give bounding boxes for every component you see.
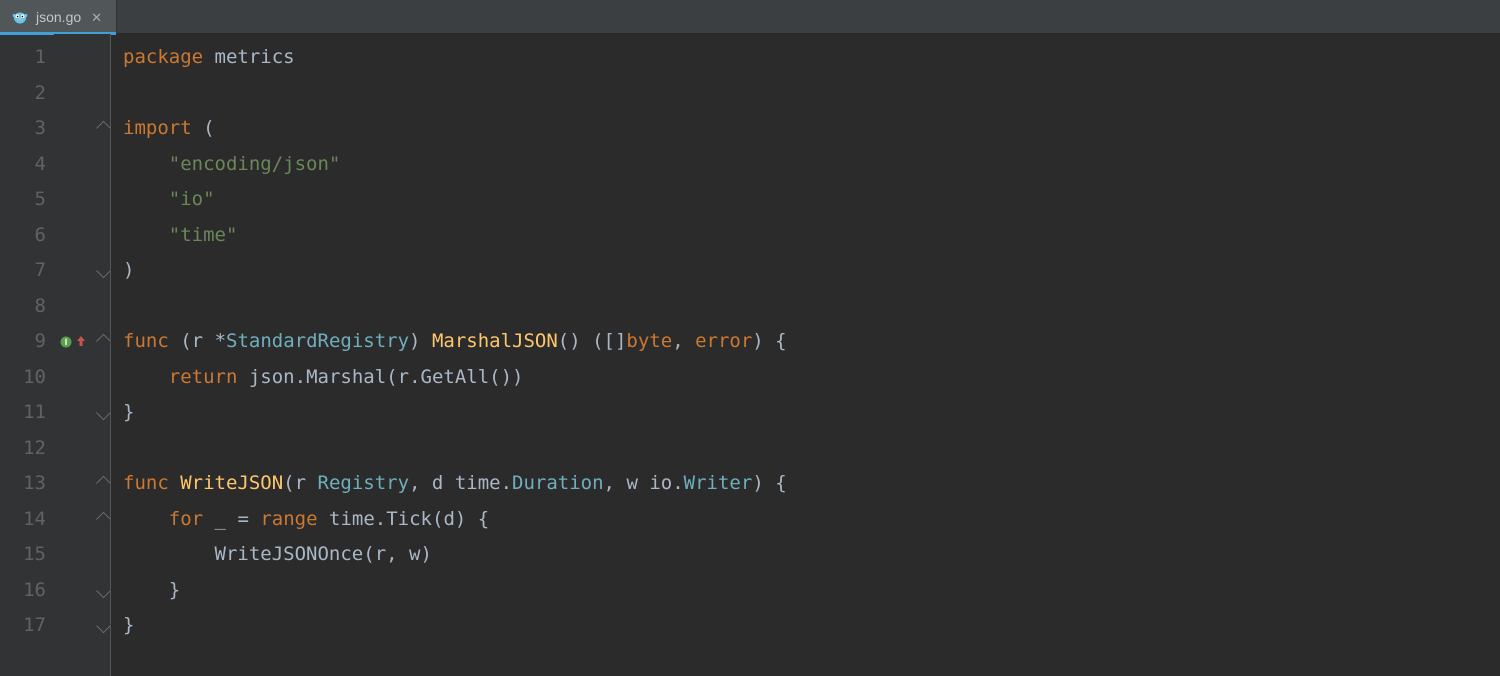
implements-marker[interactable]: I <box>54 324 96 360</box>
line-number: 10 <box>0 360 46 396</box>
code-line[interactable]: "io" <box>123 182 1500 218</box>
code-line[interactable]: "time" <box>123 218 1500 254</box>
code-editor[interactable]: 1234567891011121314151617 I package metr… <box>0 34 1500 676</box>
code-line[interactable] <box>123 76 1500 112</box>
line-number: 5 <box>0 182 46 218</box>
tab-bar: json.go ✕ <box>0 0 1500 34</box>
line-number: 15 <box>0 537 46 573</box>
code-line[interactable]: ) <box>123 253 1500 289</box>
code-line[interactable]: package metrics <box>123 40 1500 76</box>
svg-text:I: I <box>65 337 68 347</box>
close-icon[interactable]: ✕ <box>89 11 104 24</box>
fold-end-icon[interactable] <box>96 395 110 431</box>
line-number-gutter: 1234567891011121314151617 <box>0 34 54 676</box>
code-line[interactable]: "encoding/json" <box>123 147 1500 183</box>
code-line[interactable]: WriteJSONOnce(r, w) <box>123 537 1500 573</box>
fold-start-icon[interactable] <box>96 324 110 360</box>
code-line[interactable]: import ( <box>123 111 1500 147</box>
up-arrow-icon <box>76 331 86 353</box>
line-number: 11 <box>0 395 46 431</box>
line-number: 13 <box>0 466 46 502</box>
line-number: 8 <box>0 289 46 325</box>
tab-label: json.go <box>36 9 81 25</box>
line-number: 4 <box>0 147 46 183</box>
line-number: 16 <box>0 573 46 609</box>
code-area[interactable]: package metrics import ( "encoding/json"… <box>111 34 1500 676</box>
gutter-icon-strip: I <box>54 34 96 676</box>
fold-start-icon[interactable] <box>96 502 110 538</box>
line-number: 6 <box>0 218 46 254</box>
code-line[interactable]: } <box>123 608 1500 644</box>
code-line[interactable]: func (r *StandardRegistry) MarshalJSON()… <box>123 324 1500 360</box>
fold-end-icon[interactable] <box>96 253 110 289</box>
fold-start-icon[interactable] <box>96 466 110 502</box>
code-line[interactable] <box>123 289 1500 325</box>
code-line[interactable]: func WriteJSON(r Registry, d time.Durati… <box>123 466 1500 502</box>
line-number: 2 <box>0 76 46 112</box>
line-number: 7 <box>0 253 46 289</box>
implements-icon: I <box>58 334 74 350</box>
tab-json-go[interactable]: json.go ✕ <box>0 0 117 34</box>
code-line[interactable]: } <box>123 573 1500 609</box>
fold-end-icon[interactable] <box>96 608 110 644</box>
fold-gutter <box>96 34 111 676</box>
code-line[interactable]: for _ = range time.Tick(d) { <box>123 502 1500 538</box>
go-file-icon <box>12 9 28 25</box>
line-number: 1 <box>0 40 46 76</box>
line-number: 12 <box>0 431 46 467</box>
fold-start-icon[interactable] <box>96 111 110 147</box>
code-line[interactable] <box>123 431 1500 467</box>
fold-end-icon[interactable] <box>96 573 110 609</box>
line-number: 9 <box>0 324 46 360</box>
line-number: 3 <box>0 111 46 147</box>
line-number: 14 <box>0 502 46 538</box>
code-line[interactable]: } <box>123 395 1500 431</box>
line-number: 17 <box>0 608 46 644</box>
code-line[interactable]: return json.Marshal(r.GetAll()) <box>123 360 1500 396</box>
